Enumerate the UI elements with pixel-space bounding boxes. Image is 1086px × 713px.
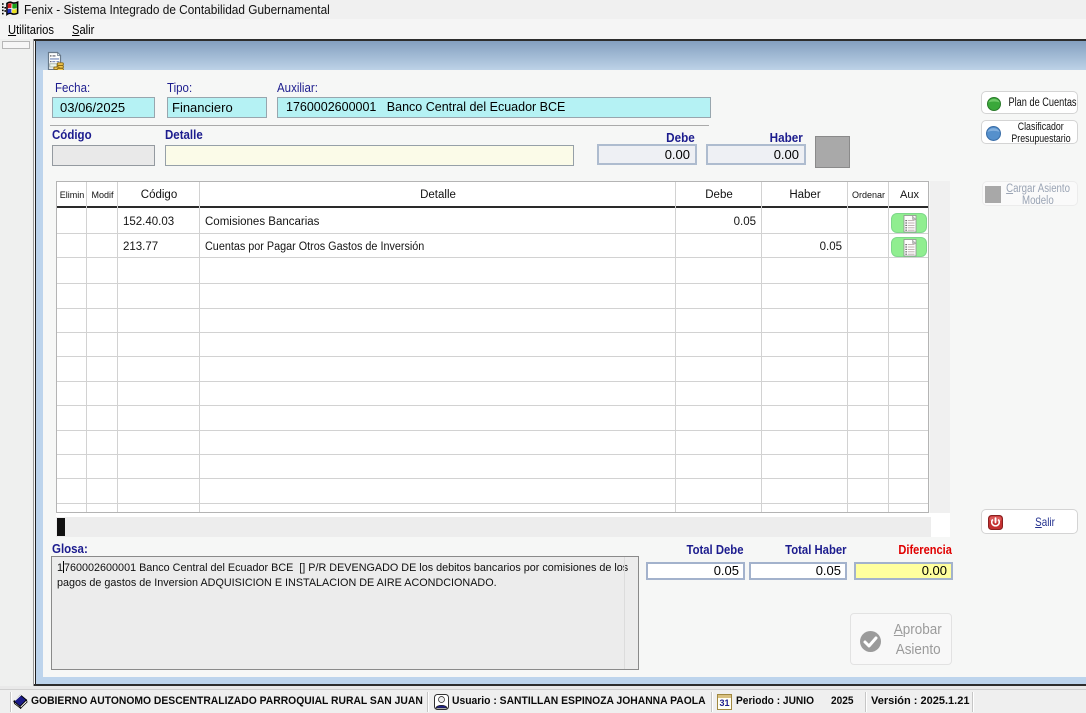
svg-text:31: 31 — [719, 698, 729, 708]
